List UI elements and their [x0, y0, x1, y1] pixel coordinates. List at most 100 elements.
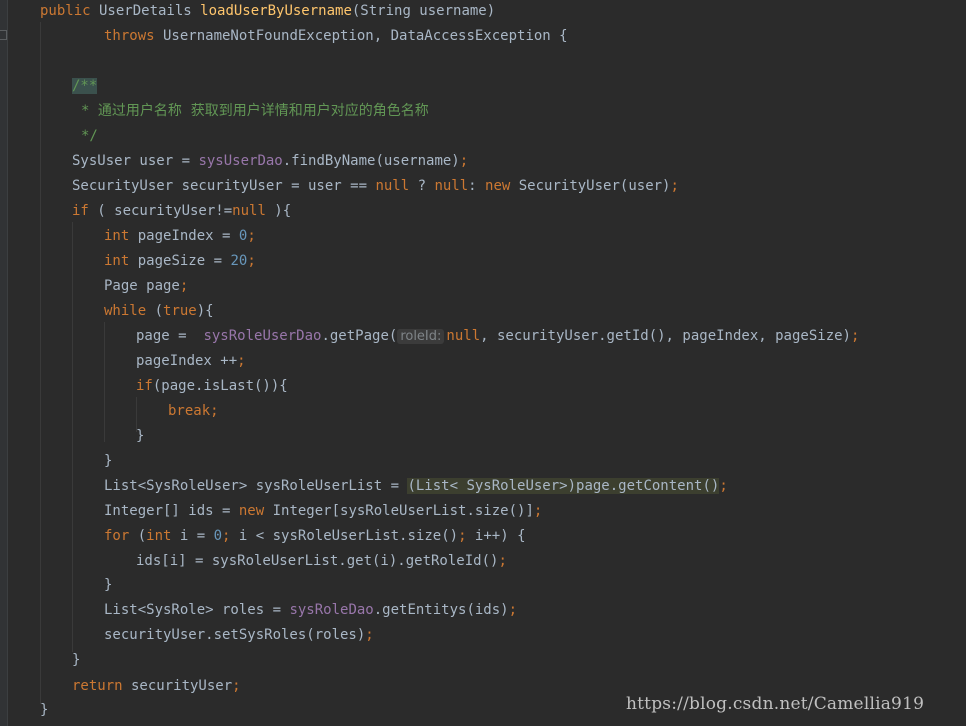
- code-line-24[interactable]: }: [104, 573, 112, 598]
- code-text: ids[i] = sysRoleUserList.get(i).getRoleI…: [136, 553, 499, 569]
- keyword: null: [232, 203, 266, 219]
- code-text: i < sysRoleUserList.size(): [230, 528, 459, 544]
- editor-gutter[interactable]: [0, 0, 8, 726]
- indent-guide: [72, 222, 73, 652]
- number-literal: 0: [213, 528, 223, 544]
- number-literal: 20: [230, 253, 248, 269]
- code-text: }: [40, 702, 49, 718]
- semicolon: ;: [498, 553, 507, 569]
- code-text: i =: [171, 528, 214, 544]
- code-line-23[interactable]: ids[i] = sysRoleUserList.get(i).getRoleI…: [136, 549, 507, 574]
- semicolon: ;: [210, 403, 219, 419]
- keyword: throws: [104, 28, 155, 44]
- code-line-7[interactable]: SysUser user = sysUserDao.findByName(use…: [72, 149, 468, 174]
- keyword: int: [146, 528, 172, 544]
- code-line-13[interactable]: while (true){: [104, 299, 214, 324]
- semicolon: ;: [247, 228, 256, 244]
- semicolon: ;: [365, 627, 374, 643]
- semicolon: ;: [670, 178, 679, 194]
- keyword: break: [168, 403, 211, 419]
- comment-star: *: [81, 103, 98, 119]
- field-ref: sysRoleUserDao: [203, 328, 322, 344]
- field-ref: sysUserDao: [198, 153, 283, 169]
- code-text: pageIndex ++: [136, 353, 238, 369]
- code-editor[interactable]: public UserDetails loadUserByUsername(St…: [0, 0, 966, 726]
- semicolon: ;: [459, 153, 469, 169]
- code-text: .getEntitys(ids): [373, 602, 509, 618]
- comment-text: 通过用户名称 获取到用户详情和用户对应的角色名称: [97, 103, 429, 119]
- code-text: (page.isLast()){: [152, 378, 288, 394]
- code-text: }: [104, 577, 113, 593]
- parameter-hint: roleId:: [397, 329, 445, 344]
- keyword: return: [72, 678, 123, 694]
- code-line-1[interactable]: public UserDetails loadUserByUsername(St…: [40, 0, 495, 24]
- code-line-22[interactable]: for (int i = 0; i < sysRoleUserList.size…: [104, 524, 526, 549]
- code-line-8[interactable]: SecurityUser securityUser = user == null…: [72, 174, 679, 199]
- code-text: (: [129, 528, 147, 544]
- code-line-12[interactable]: Page page;: [104, 274, 188, 299]
- keyword: if: [136, 378, 153, 394]
- method-name: loadUserByUsername: [200, 3, 352, 19]
- comment-open: /**: [72, 78, 98, 94]
- indent-guide: [104, 322, 105, 442]
- semicolon: ;: [851, 328, 860, 344]
- code-text: .findByName(username): [282, 153, 460, 169]
- highlighted-cast: (List< SysRoleUser>): [407, 478, 577, 494]
- code-line-29[interactable]: }: [40, 698, 48, 723]
- keyword: null: [446, 328, 481, 344]
- code-text: ){: [196, 303, 214, 319]
- code-text: ( securityUser!=: [88, 203, 233, 219]
- keyword: null: [434, 178, 469, 194]
- code-line-14[interactable]: page = sysRoleUserDao.getPage(roleId: nul…: [136, 324, 859, 349]
- code-text: Page page: [104, 278, 180, 294]
- watermark: https://blog.csdn.net/Camellia919: [626, 694, 925, 714]
- code-text: securityUser.setSysRoles(roles): [104, 627, 366, 643]
- code-line-10[interactable]: int pageIndex = 0;: [104, 224, 256, 249]
- code-line-6[interactable]: */: [81, 124, 98, 149]
- code-text: i++) {: [466, 528, 526, 544]
- code-line-21[interactable]: Integer[] ids = new Integer[sysRoleUserL…: [104, 499, 542, 524]
- code-line-20[interactable]: List<SysRoleUser> sysRoleUserList = (Lis…: [104, 474, 728, 499]
- semicolon: ;: [237, 353, 246, 369]
- code-text: pageIndex =: [129, 228, 239, 244]
- code-line-15[interactable]: pageIndex ++;: [136, 349, 246, 374]
- code-text: }: [72, 652, 81, 668]
- code-text: pageSize =: [129, 253, 231, 269]
- semicolon: ;: [247, 253, 256, 269]
- code-line-2[interactable]: throws UsernameNotFoundException, DataAc…: [104, 24, 568, 49]
- fold-marker-icon[interactable]: [0, 30, 7, 40]
- code-text: ?: [409, 178, 435, 194]
- code-text: }: [136, 428, 145, 444]
- keyword: new: [238, 503, 265, 519]
- comment-close: */: [81, 128, 98, 144]
- semicolon: ;: [508, 602, 518, 618]
- code-text: }: [104, 453, 113, 469]
- code-line-19[interactable]: }: [104, 449, 112, 474]
- semicolon: ;: [458, 528, 467, 544]
- code-line-9[interactable]: if ( securityUser!=null ){: [72, 199, 291, 224]
- code-line-18[interactable]: }: [136, 424, 144, 449]
- semicolon: ;: [719, 478, 728, 494]
- code-text: .getPage(: [321, 328, 398, 344]
- code-text: UsernameNotFoundException, DataAccessExc…: [154, 28, 568, 44]
- code-line-27[interactable]: }: [72, 648, 80, 673]
- code-line-5[interactable]: * 通过用户名称 获取到用户详情和用户对应的角色名称: [81, 99, 429, 124]
- code-line-4[interactable]: /**: [72, 74, 98, 99]
- code-line-16[interactable]: if(page.isLast()){: [136, 374, 288, 399]
- code-text: List<SysRoleUser> sysRoleUserList =: [104, 478, 408, 494]
- highlighted-call: page.getContent(): [576, 478, 720, 494]
- code-text: Integer[] ids =: [104, 503, 239, 519]
- code-line-17[interactable]: break;: [168, 399, 219, 424]
- code-text: SysUser user =: [72, 153, 199, 169]
- field-ref: sysRoleDao: [289, 602, 374, 618]
- code-line-28[interactable]: return securityUser;: [72, 674, 241, 699]
- semicolon: ;: [533, 503, 543, 519]
- keyword: new: [485, 178, 511, 194]
- semicolon: ;: [179, 278, 189, 294]
- code-line-11[interactable]: int pageSize = 20;: [104, 249, 256, 274]
- code-line-26[interactable]: securityUser.setSysRoles(roles);: [104, 623, 374, 648]
- code-line-25[interactable]: List<SysRole> roles = sysRoleDao.getEnti…: [104, 598, 517, 623]
- code-text: :: [468, 178, 486, 194]
- code-text: Integer[sysRoleUserList.size()]: [264, 503, 534, 519]
- keyword: while: [104, 303, 147, 319]
